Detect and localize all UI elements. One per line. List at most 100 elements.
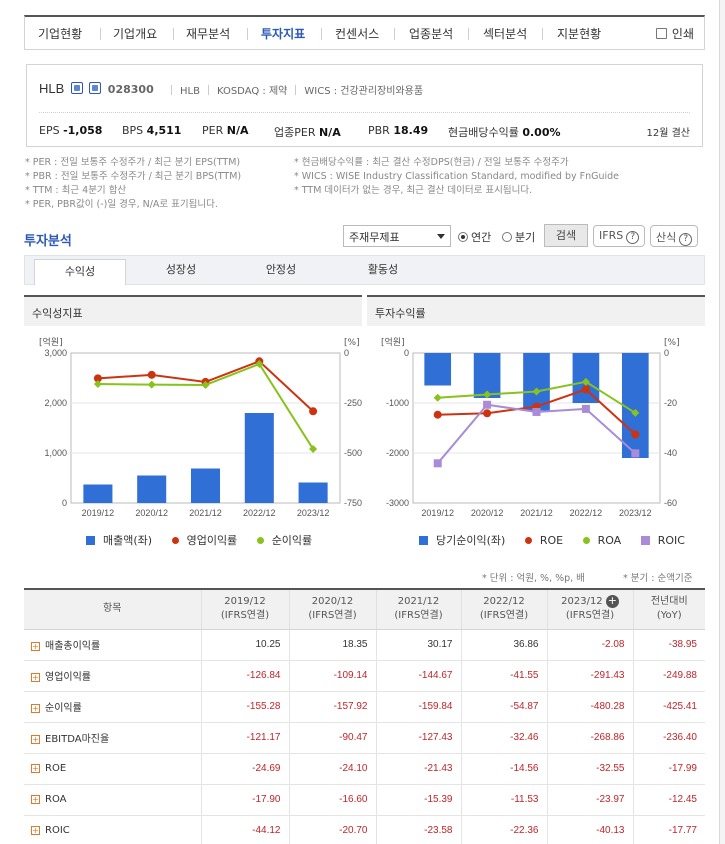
expand-row-icon[interactable]: + [31,704,40,713]
row-label[interactable]: + ROIC [24,815,202,844]
formula-help-button[interactable]: 산식? [650,225,699,247]
tab-consensus[interactable]: 컨센서스 [335,25,379,42]
table-row: + ROA -17.90 -16.60 -15.39 -11.53 -23.97 -12.45 [24,784,705,816]
series-point [483,409,492,418]
divider [39,112,690,113]
series-point [631,449,640,458]
row-label[interactable]: + ROA [24,784,202,816]
x-tick-label: 2023/12 [619,508,652,518]
table-cell: -249.88 [633,660,705,692]
print-button[interactable]: 인쇄 [655,25,694,42]
radio-annual[interactable]: 연간 [458,229,491,245]
table-row: + 매출총이익률 10.25 18.35 30.17 36.86 -2.08 -38.95 [24,629,705,661]
statement-type-select[interactable]: 주재무제표 [343,225,451,247]
ifrs-help-button[interactable]: IFRS? [593,225,646,247]
x-tick-label: 2022/12 [570,508,603,518]
expand-columns-icon[interactable]: + [605,595,619,609]
panel-title: 수익성지표 [32,307,83,320]
row-label[interactable]: + 매출총이익률 [24,629,202,661]
series-point [433,410,442,419]
table-cell: -23.97 [547,784,634,816]
bar [424,353,452,386]
note: * PER : 전일 보통주 수정주가 / 최근 분기 EPS(TTM) [25,157,241,168]
tab-separator [100,28,101,40]
expand-row-icon[interactable]: + [31,642,40,651]
help-icon: ? [679,233,693,246]
meta-separator [295,85,297,95]
tab-separator [468,28,469,40]
tab-investment-indicators[interactable]: 투자지표 [261,25,305,42]
series-point [532,407,541,416]
table-cell: -425.41 [633,691,705,723]
expand-row-icon[interactable]: + [31,795,40,804]
tab-industry-analysis[interactable]: 업종분석 [409,25,453,42]
table-cell: -20.70 [289,815,377,844]
subtab-activity[interactable]: 활동성 [337,256,429,284]
y-axis-unit: [억원] [381,336,405,348]
tab-sector-analysis[interactable]: 섹터분석 [483,25,527,42]
y2-tick-label: -40 [664,448,677,458]
row-label-text: ROA [45,794,67,805]
x-tick-label: 2019/12 [421,508,454,518]
y-tick-label: -3000 [386,498,409,508]
indicator-eps: EPS -1,058 [39,124,103,137]
window-edge [719,0,725,844]
tab-separator [173,28,174,40]
indicator-per: PER N/A [202,124,249,137]
tab-financial-analysis[interactable]: 재무분석 [186,25,230,42]
panel-header: 투자수익률 [367,295,705,326]
table-cell: -21.43 [376,753,462,785]
row-label-text: ROE [45,763,67,774]
tab-company-overview[interactable]: 기업개요 [113,25,157,42]
stock-code: 028300 [107,83,154,96]
expand-row-icon[interactable]: + [31,673,40,682]
home-icon[interactable] [70,82,83,94]
radio-quarter[interactable]: 분기 [502,229,535,245]
note: * TTM : 최근 4분기 합산 [25,185,127,196]
market-label: KOSDAQ : 제약 [216,86,288,97]
panel-title: 투자수익률 [375,307,426,320]
tab-shareholding[interactable]: 지분현황 [557,25,601,42]
series-point [433,459,442,468]
subtab-profitability[interactable]: 수익성 [34,259,126,285]
table-header-row: 항목 2019/12 (IFRS연결) 2020/12 (IFRS연결) 2021/… [24,589,705,630]
ir-icon[interactable] [89,82,102,94]
expand-row-icon[interactable]: + [31,764,40,773]
quarter-note: * 분기 : 순액기준 [623,573,693,584]
expand-row-icon[interactable]: + [31,826,40,835]
row-label[interactable]: + ROE [24,753,202,785]
table-cell: -126.84 [201,660,290,692]
x-tick-label: 2023/12 [297,508,330,518]
y-tick-label: -1000 [386,398,409,408]
legend-item: ROA [582,534,630,547]
row-label[interactable]: + EBITDA마진율 [24,722,202,754]
print-icon [655,28,667,39]
row-label[interactable]: + 순이익률 [24,691,202,723]
radio-off-icon [502,232,512,242]
y-tick-label: 3,000 [44,348,67,358]
company-meta: HLB KOSDAQ : 제약 WICS : 건강관리장비와용품 [163,82,423,97]
ticker-label: HLB [180,86,200,97]
company-name: HLB [39,81,65,96]
chevron-down-icon [437,234,445,239]
x-tick-label: 2021/12 [520,508,553,518]
expand-row-icon[interactable]: + [31,735,40,744]
y2-tick-label: -500 [344,448,362,458]
subtab-growth[interactable]: 성장성 [135,256,227,284]
chart-legend: 매출액(좌) 영업이익률 순이익률 [86,532,328,548]
table-cell: -268.86 [547,722,634,754]
tab-company-status[interactable]: 기업현황 [38,25,82,42]
table-cell: -40.13 [547,815,634,844]
legend-item: 순이익률 [256,534,320,547]
row-label[interactable]: + 영업이익률 [24,660,202,692]
investment-return-chart: 0 0 -1000 -20 -2000 -40 -3000 -60 [억원] [%] 2019/12… [381,336,680,518]
profitability-chart: 3,000 0 2,000 -250 1,000 -500 0 -750 [억원] [%] 2019… [39,336,362,518]
table-cell: -109.14 [289,660,377,692]
y2-tick-label: -60 [664,498,677,508]
search-button[interactable]: 검색 [544,224,588,247]
column-header: 항목 [24,589,202,630]
subtab-stability[interactable]: 안정성 [235,256,327,284]
note: * PBR : 전일 보통주 수정주가 / 최근 분기 BPS(TTM) [25,171,242,182]
table-cell: 30.17 [376,629,462,661]
tab-separator [321,28,322,40]
